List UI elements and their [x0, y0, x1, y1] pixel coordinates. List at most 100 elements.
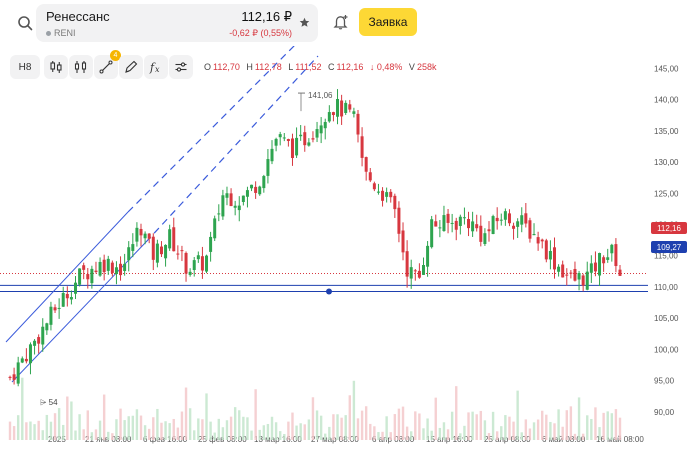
candle-body — [585, 271, 589, 290]
volume-bar — [344, 415, 347, 440]
candle-body — [217, 213, 221, 215]
volume-bar — [229, 416, 233, 440]
candle-body — [143, 233, 147, 239]
volume-bar — [393, 414, 397, 440]
candle-body — [512, 225, 516, 229]
candle-body — [540, 239, 544, 242]
volume-bar — [340, 417, 343, 440]
candle-body — [401, 230, 405, 253]
candle-body — [467, 219, 471, 229]
candle-body — [438, 227, 442, 229]
candle-body — [331, 112, 335, 116]
candle-body — [487, 229, 491, 232]
bell-plus-icon — [333, 15, 348, 30]
candle-body — [221, 195, 225, 217]
candle-body — [561, 264, 565, 278]
candle-body — [106, 258, 110, 271]
volume-bar — [12, 426, 16, 440]
volume-bar — [37, 420, 40, 440]
candle-body — [475, 224, 479, 229]
volume-bar — [242, 416, 245, 440]
volume-bar — [594, 407, 597, 440]
candle-body — [258, 186, 262, 195]
volume-bar — [430, 430, 433, 440]
volume-bar — [319, 415, 323, 440]
volume-bar — [29, 421, 32, 440]
candle-body — [49, 306, 53, 325]
candle-body — [528, 220, 532, 239]
volume-bar — [581, 433, 585, 440]
volume-bar — [524, 419, 528, 440]
candle-body — [205, 255, 209, 272]
instrument-name: Ренессанс — [46, 9, 110, 24]
candle-body — [344, 102, 348, 113]
candle-body — [41, 326, 45, 345]
candle-body — [610, 244, 614, 254]
volume-bar — [254, 389, 257, 440]
candle-body — [266, 159, 270, 176]
volume-bar — [360, 410, 364, 440]
volume-bar — [45, 414, 49, 440]
volume-bar — [283, 433, 286, 440]
order-button[interactable]: Заявка — [359, 8, 417, 36]
volume-bar — [491, 411, 495, 440]
candle-body — [413, 270, 417, 272]
candle-body — [16, 362, 20, 384]
horizontal-level-tag: 109,27 — [651, 241, 687, 253]
volume-bar — [377, 432, 380, 440]
volume-bar — [180, 411, 184, 440]
volume-bar — [82, 429, 85, 440]
volume-bar — [438, 427, 442, 440]
volume-bar — [86, 410, 89, 440]
candle-body — [151, 236, 155, 260]
candle-body — [192, 260, 196, 270]
volume-bar — [213, 432, 216, 440]
favorite-button[interactable] — [296, 14, 312, 30]
candle-body — [524, 213, 528, 224]
volume-bar — [495, 431, 499, 440]
candle-body — [426, 245, 430, 267]
candle-body — [57, 307, 61, 309]
volume-bar — [250, 430, 253, 440]
candle-body — [618, 269, 622, 276]
candle-body — [536, 237, 540, 244]
candle-body — [229, 193, 233, 207]
volume-bar — [324, 433, 327, 440]
candle-body — [340, 100, 344, 117]
volume-bar — [557, 409, 560, 440]
price-chart[interactable]: 145,00140,00135,00130,00125,00120,00115,… — [0, 46, 700, 454]
candle-body — [20, 358, 24, 363]
candle-body — [147, 233, 151, 239]
volume-bar — [504, 415, 507, 440]
instrument-ticker: RENI — [54, 28, 76, 38]
channel-lower-line — [11, 241, 147, 383]
volume-bar — [586, 415, 589, 440]
price-alert-button[interactable] — [328, 9, 354, 35]
y-axis-tick-label: 95,00 — [654, 377, 675, 386]
volume-bar — [246, 417, 249, 440]
candle-body — [589, 263, 593, 273]
volume-bar — [426, 418, 429, 440]
y-axis-tick-label: 110,00 — [654, 283, 678, 292]
volume-bar — [279, 431, 282, 440]
candle-body — [127, 247, 131, 261]
volume-bar — [172, 418, 175, 440]
star-icon — [299, 17, 309, 27]
instrument-price: 112,16 ₽ — [241, 9, 292, 24]
volume-bar — [598, 427, 601, 440]
volume-bar — [446, 429, 450, 440]
volume-bar — [479, 410, 483, 440]
candle-body — [569, 272, 573, 274]
chart-canvas[interactable]: 145,00140,00135,00130,00125,00120,00115,… — [0, 46, 700, 454]
candle-body — [282, 137, 286, 139]
candle-body — [557, 266, 561, 272]
volume-bar — [156, 408, 159, 440]
candle-body — [430, 219, 434, 248]
y-axis-tick-label: 115,00 — [654, 252, 678, 261]
volume-bar — [197, 418, 200, 440]
candle-body — [442, 215, 446, 232]
candle-body — [200, 256, 204, 271]
candle-body — [479, 225, 483, 242]
candle-body — [315, 129, 319, 138]
instrument-card[interactable]: Ренессанс RENI 112,16 ₽ -0,62 ₽ (0,55%) — [36, 4, 318, 42]
